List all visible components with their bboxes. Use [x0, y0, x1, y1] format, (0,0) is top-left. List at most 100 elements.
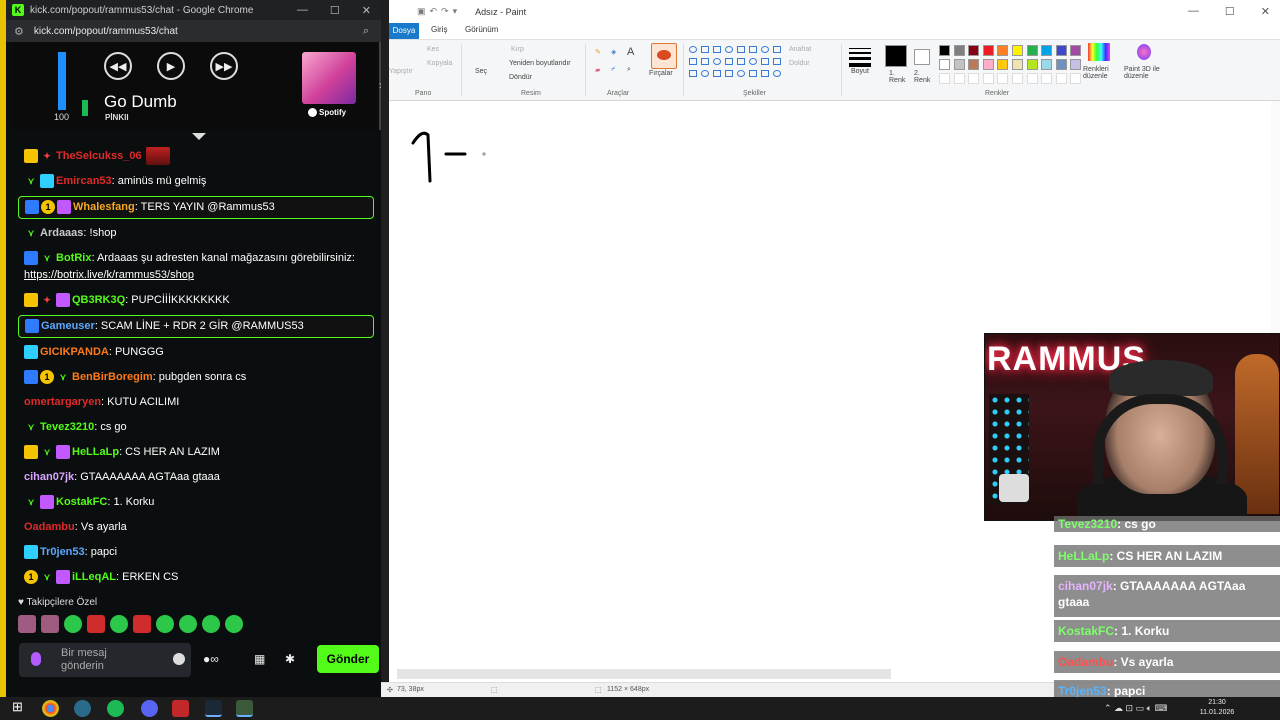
badge-icon[interactable]: ⋎ — [56, 370, 70, 384]
shape-icon[interactable] — [773, 58, 781, 65]
emote-icon[interactable] — [110, 615, 128, 633]
paste-button[interactable]: Yapıştır — [389, 68, 413, 75]
collapse-arrow-icon[interactable] — [192, 133, 206, 140]
shape-icon[interactable] — [725, 70, 733, 77]
fill-icon[interactable]: ◈ — [611, 48, 616, 56]
badge-icon[interactable] — [25, 200, 39, 215]
resize-button[interactable]: Yeniden boyutlandır — [509, 60, 571, 67]
send-button[interactable]: Gönder — [317, 645, 379, 673]
custom-color-slot[interactable] — [1070, 73, 1082, 84]
tray-icons[interactable]: ⌃ ☁ ⊡ ▭ 🔈︎ ⌨ — [1104, 703, 1167, 714]
fill-button[interactable]: Doldur — [789, 60, 810, 67]
color-picker-icon[interactable]: ⌿ — [611, 66, 615, 74]
custom-color-slot[interactable] — [982, 73, 994, 84]
shape-icon[interactable] — [761, 58, 769, 65]
mic-icon[interactable] — [31, 652, 41, 666]
badge-icon[interactable]: 1 — [41, 200, 55, 215]
palette-color[interactable] — [1012, 45, 1023, 56]
emote-icon[interactable] — [87, 615, 105, 633]
app-icon[interactable] — [74, 700, 91, 717]
paint-minimize-button[interactable]: — — [1188, 5, 1199, 18]
settings-icon[interactable]: ✱ — [285, 652, 301, 666]
quick-access-toolbar[interactable]: ▣↶↷▾ — [417, 6, 461, 17]
palette-color[interactable] — [968, 45, 980, 56]
chat-username[interactable]: BotRix — [56, 252, 91, 264]
edit-colors-icon[interactable] — [1088, 43, 1110, 61]
shape-icon[interactable] — [689, 46, 697, 53]
chat-username[interactable]: Emircan53 — [56, 175, 112, 187]
shape-icon[interactable] — [737, 46, 745, 53]
chat-username[interactable]: TheSelcukss_06 — [56, 150, 142, 162]
shape-icon[interactable] — [701, 46, 709, 53]
paint3d-icon[interactable] — [1137, 44, 1151, 60]
badge-icon[interactable] — [24, 545, 38, 560]
paint-maximize-button[interactable]: ☐ — [1225, 5, 1235, 18]
emote-icon[interactable] — [225, 615, 243, 633]
chat-username[interactable]: BenBirBoregim — [72, 371, 153, 383]
badge-icon[interactable] — [24, 149, 38, 163]
brushes-button[interactable] — [651, 43, 677, 69]
voicemeeter-icon[interactable] — [172, 700, 189, 717]
badge-icon[interactable]: ✦ — [40, 293, 54, 307]
close-button[interactable]: ✕ — [362, 4, 371, 17]
palette-color[interactable] — [1041, 59, 1053, 70]
shape-icon[interactable] — [773, 46, 781, 53]
minimize-button[interactable]: — — [297, 4, 308, 17]
shape-icon[interactable] — [737, 70, 745, 77]
outline-button[interactable]: Anahat — [789, 46, 811, 53]
discord-icon[interactable] — [141, 700, 158, 717]
shape-icon[interactable] — [689, 70, 697, 77]
badge-icon[interactable]: 1 — [24, 570, 38, 585]
badge-icon[interactable] — [24, 251, 38, 266]
palette-color[interactable] — [953, 59, 965, 70]
shape-icon[interactable] — [725, 58, 733, 65]
chat-username[interactable]: Tr0jen53 — [40, 546, 85, 558]
palette-color[interactable] — [1055, 45, 1067, 56]
chat-username[interactable]: QB3RK3Q — [72, 294, 125, 306]
custom-color-slot[interactable] — [1041, 73, 1053, 84]
crop-button[interactable]: Kırp — [511, 46, 524, 53]
badge-icon[interactable] — [56, 445, 70, 460]
size-icon[interactable] — [849, 48, 871, 70]
eraser-icon[interactable]: ▰ — [595, 66, 600, 74]
palette-color[interactable] — [1012, 59, 1023, 70]
custom-color-slot[interactable] — [953, 73, 965, 84]
badge-icon[interactable] — [24, 293, 38, 308]
chat-username[interactable]: iLLeqAL — [72, 571, 116, 583]
chat-username[interactable]: Whalesfang — [73, 201, 135, 213]
badge-icon[interactable]: ⋎ — [24, 174, 38, 188]
chat-username[interactable]: Tevez3210 — [40, 421, 94, 433]
emote-icon[interactable] — [64, 615, 82, 633]
badge-icon[interactable]: ⋎ — [40, 570, 54, 584]
cut-button[interactable]: Kes — [427, 46, 439, 53]
spotify-taskbar-icon[interactable] — [107, 700, 124, 717]
tab-home[interactable]: Giriş — [431, 25, 447, 34]
badge-icon[interactable]: ⋎ — [24, 495, 38, 509]
select-button[interactable]: Seç — [475, 68, 487, 75]
paint-close-button[interactable]: ✕ — [1261, 5, 1270, 18]
shape-icon[interactable] — [737, 58, 745, 65]
people-icon[interactable]: ●∞ — [203, 652, 219, 666]
custom-color-slot[interactable] — [968, 73, 980, 84]
shape-icon[interactable] — [701, 70, 709, 77]
shape-icon[interactable] — [749, 46, 757, 53]
custom-color-slot[interactable] — [939, 73, 950, 84]
palette-color[interactable] — [1026, 59, 1038, 70]
vertical-scrollbar[interactable] — [1271, 101, 1280, 341]
emote-icon[interactable] — [202, 615, 220, 633]
chrome-icon[interactable] — [42, 700, 59, 717]
badge-icon[interactable]: ✦ — [40, 149, 54, 163]
next-track-icon[interactable]: ▶▶ — [210, 52, 238, 80]
shape-icon[interactable] — [713, 70, 721, 77]
badge-icon[interactable] — [24, 370, 38, 385]
store-icon[interactable]: ▦ — [254, 652, 270, 666]
maximize-button[interactable]: ☐ — [330, 4, 340, 17]
text-icon[interactable]: A — [627, 46, 634, 58]
chat-link[interactable]: https://botrix.live/k/rammus53/shop — [24, 269, 194, 281]
rotate-button[interactable]: Döndür — [509, 74, 532, 81]
start-icon[interactable]: ⊞ — [12, 699, 29, 716]
badge-icon[interactable] — [25, 319, 39, 334]
paint-taskbar-icon[interactable] — [236, 700, 253, 717]
badge-icon[interactable]: ⋎ — [40, 251, 54, 265]
shape-icon[interactable] — [749, 58, 757, 65]
